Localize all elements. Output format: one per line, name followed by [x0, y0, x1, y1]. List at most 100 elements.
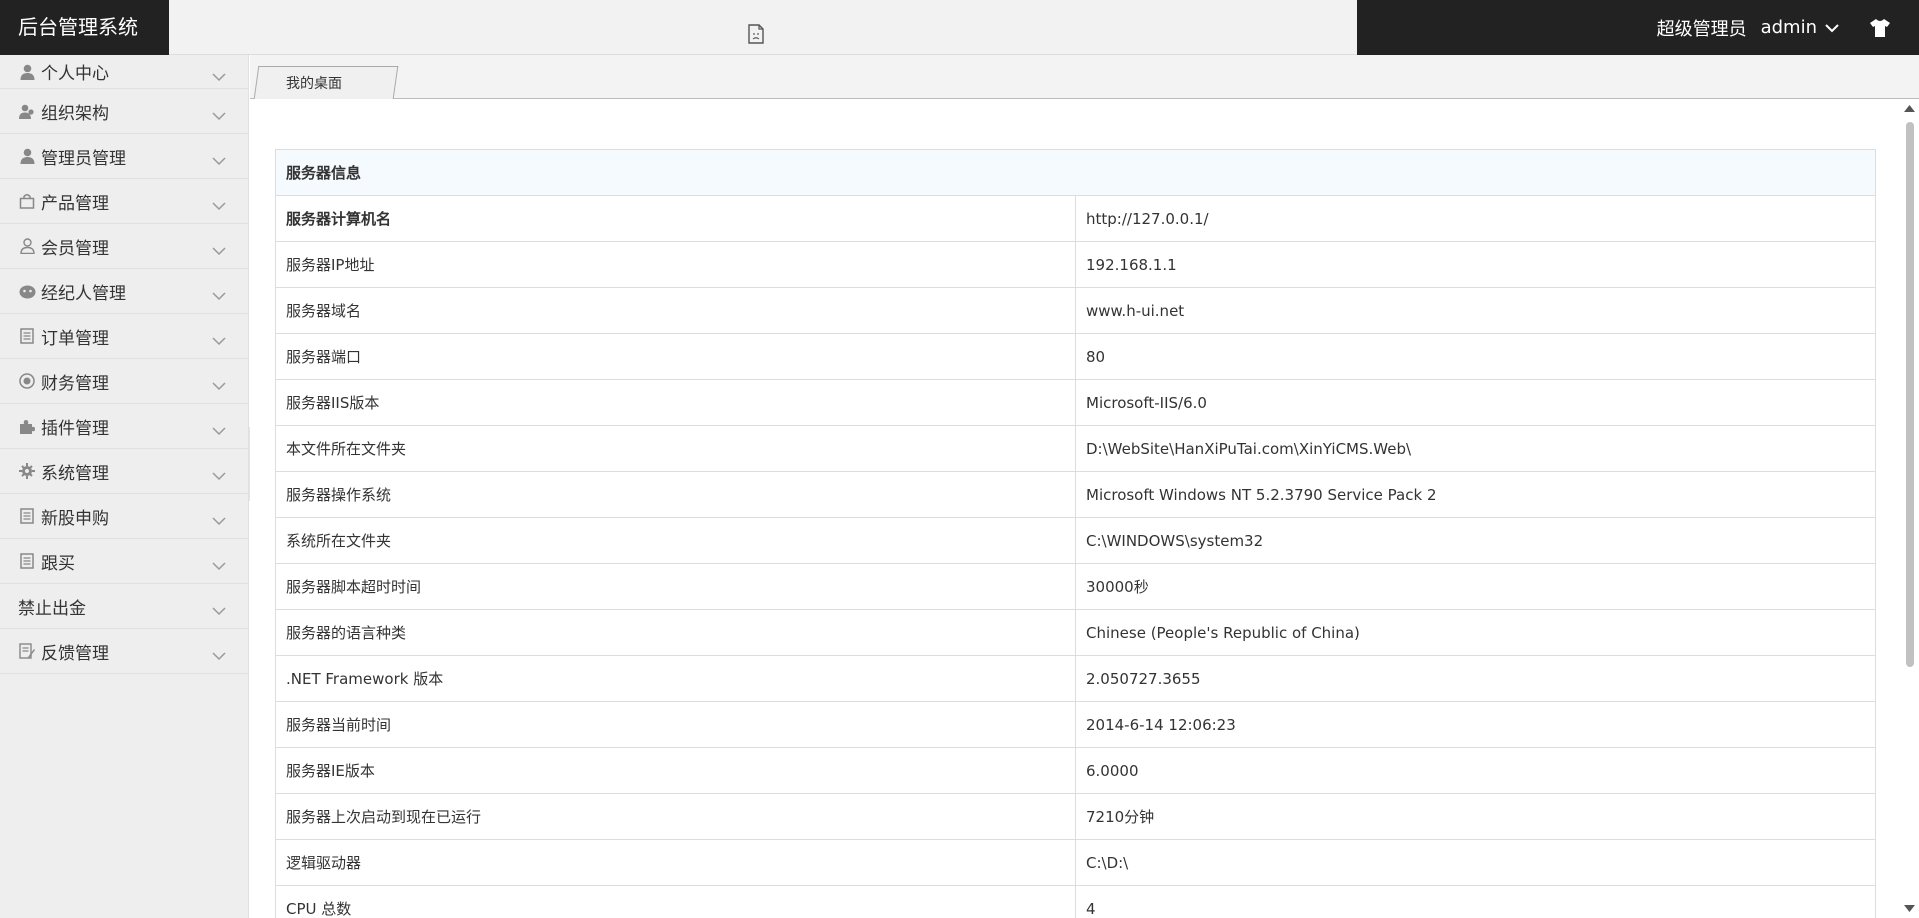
table-row: .NET Framework 版本 2.050727.3655: [275, 655, 1876, 702]
chevron-down-icon: [212, 511, 226, 526]
user-outline-icon: [18, 237, 36, 255]
sidebar-item-label: 插件管理: [41, 418, 109, 439]
sidebar-item[interactable]: 财务管理: [0, 359, 248, 404]
info-key: 系统所在文件夹: [275, 517, 1076, 564]
sidebar-item-label: 禁止出金: [18, 598, 86, 619]
info-key: 服务器IIS版本: [275, 379, 1076, 426]
chevron-down-icon: [212, 286, 226, 301]
table-row: 本文件所在文件夹 D:\WebSite\HanXiPuTai.com\XinYiC…: [275, 425, 1876, 472]
sidebar-item[interactable]: 跟买: [0, 539, 248, 584]
info-value: 6.0000: [1075, 747, 1876, 794]
chevron-down-icon: [212, 421, 226, 436]
sidebar-item[interactable]: 系统管理: [0, 449, 248, 494]
scroll-down-arrow-icon[interactable]: [1904, 905, 1915, 912]
user-role: 超级管理员: [1656, 18, 1747, 40]
table-row: 逻辑驱动器 C:\D:\: [275, 839, 1876, 886]
info-value: 192.168.1.1: [1075, 241, 1876, 288]
info-key: 服务器的语言种类: [275, 609, 1076, 656]
vertical-scrollbar[interactable]: [1900, 99, 1919, 918]
scrollbar-thumb[interactable]: [1906, 122, 1914, 667]
sidebar-item-label: 组织架构: [41, 103, 109, 124]
header-center-area: [169, 0, 1357, 55]
sidebar-item[interactable]: 管理员管理: [0, 134, 248, 179]
info-value: 30000秒: [1075, 563, 1876, 610]
sidebar-item-label: 个人中心: [41, 64, 109, 84]
tshirt-icon[interactable]: [1869, 18, 1891, 38]
info-key: 服务器IP地址: [275, 241, 1076, 288]
table-row: 服务器脚本超时时间 30000秒: [275, 563, 1876, 610]
server-info-table: 服务器信息 服务器计算机名 http://127.0.0.1/服务器IP地址 192…: [275, 149, 1876, 918]
target-icon: [18, 372, 36, 390]
feedback-icon: [18, 642, 36, 660]
info-value: www.h-ui.net: [1075, 287, 1876, 334]
chevron-down-icon: [212, 196, 226, 211]
sidebar-item-label: 反馈管理: [41, 643, 109, 664]
bag-icon: [18, 192, 36, 210]
chevron-down-icon: [212, 106, 226, 121]
chevron-down-icon: [212, 646, 226, 661]
sidebar-item-label: 财务管理: [41, 373, 109, 394]
info-value: Microsoft-IIS/6.0: [1075, 379, 1876, 426]
info-value: 2014-6-14 12:06:23: [1075, 701, 1876, 748]
sidebar-item[interactable]: 禁止出金: [0, 584, 248, 629]
table-title: 服务器信息: [275, 149, 1876, 196]
sidebar-item[interactable]: 经纪人管理: [0, 269, 248, 314]
chevron-down-icon: [212, 556, 226, 571]
table-row: 服务器的语言种类 Chinese (People's Republic of Ch…: [275, 609, 1876, 656]
info-key: 本文件所在文件夹: [275, 425, 1076, 472]
sidebar-item-label: 会员管理: [41, 238, 109, 259]
app-logo[interactable]: 后台管理系统: [18, 0, 138, 55]
info-value: Chinese (People's Republic of China): [1075, 609, 1876, 656]
chevron-down-icon: [212, 151, 226, 166]
info-value: C:\D:\: [1075, 839, 1876, 886]
info-value: Microsoft Windows NT 5.2.3790 Service Pa…: [1075, 471, 1876, 518]
sidebar-item-label: 系统管理: [41, 463, 109, 484]
sidebar-item[interactable]: 个人中心: [0, 55, 248, 89]
sidebar-item-label: 跟买: [41, 553, 75, 574]
sidebar-menu: 个人中心组织架构管理员管理产品管理会员管理经纪人管理订单管理财务管理插件管理系统…: [0, 55, 249, 918]
sidebar-item[interactable]: 订单管理: [0, 314, 248, 359]
sidebar-item-label: 产品管理: [41, 193, 109, 214]
sidebar-item[interactable]: 产品管理: [0, 179, 248, 224]
tab-bar: 我的桌面: [250, 55, 1919, 99]
sidebar-item[interactable]: 新股申购: [0, 494, 248, 539]
sidebar-item-label: 经纪人管理: [41, 283, 126, 304]
table-row: 系统所在文件夹 C:\WINDOWS\system32: [275, 517, 1876, 564]
info-value: 7210分钟: [1075, 793, 1876, 840]
document-icon: [18, 507, 36, 525]
info-key: 服务器计算机名: [275, 195, 1076, 242]
table-row: 服务器上次启动到现在已运行 7210分钟: [275, 793, 1876, 840]
info-value: http://127.0.0.1/: [1075, 195, 1876, 242]
chevron-down-icon: [212, 241, 226, 256]
sidebar-item[interactable]: 插件管理: [0, 404, 248, 449]
main-content: 服务器信息 服务器计算机名 http://127.0.0.1/服务器IP地址 192…: [250, 99, 1900, 918]
top-navbar: 后台管理系统 超级管理员 admin: [0, 0, 1919, 55]
group-icon: [18, 282, 36, 300]
info-key: 服务器上次启动到现在已运行: [275, 793, 1076, 840]
sidebar-item[interactable]: 会员管理: [0, 224, 248, 269]
info-key: 逻辑驱动器: [275, 839, 1076, 886]
tab-label: 我的桌面: [286, 76, 342, 92]
table-row: 服务器端口 80: [275, 333, 1876, 380]
chevron-down-icon[interactable]: [1825, 23, 1839, 33]
scroll-up-arrow-icon[interactable]: [1904, 105, 1915, 112]
user-menu[interactable]: admin: [1761, 17, 1817, 38]
sidebar-item[interactable]: 组织架构: [0, 89, 248, 134]
users-icon: [18, 102, 36, 120]
document-icon: [18, 327, 36, 345]
table-row: 服务器域名 www.h-ui.net: [275, 287, 1876, 334]
info-key: .NET Framework 版本: [275, 655, 1076, 702]
info-value: D:\WebSite\HanXiPuTai.com\XinYiCMS.Web\: [1075, 425, 1876, 472]
chevron-down-icon: [212, 466, 226, 481]
broken-image-icon: [748, 24, 764, 44]
info-key: 服务器端口: [275, 333, 1076, 380]
info-value: C:\WINDOWS\system32: [1075, 517, 1876, 564]
info-value: 80: [1075, 333, 1876, 380]
info-value: 4: [1075, 885, 1876, 918]
table-row: 服务器IE版本 6.0000: [275, 747, 1876, 794]
sidebar-item-label: 新股申购: [41, 508, 109, 529]
gear-icon: [18, 462, 36, 480]
info-key: 服务器IE版本: [275, 747, 1076, 794]
document-icon: [18, 552, 36, 570]
sidebar-item[interactable]: 反馈管理: [0, 629, 248, 674]
